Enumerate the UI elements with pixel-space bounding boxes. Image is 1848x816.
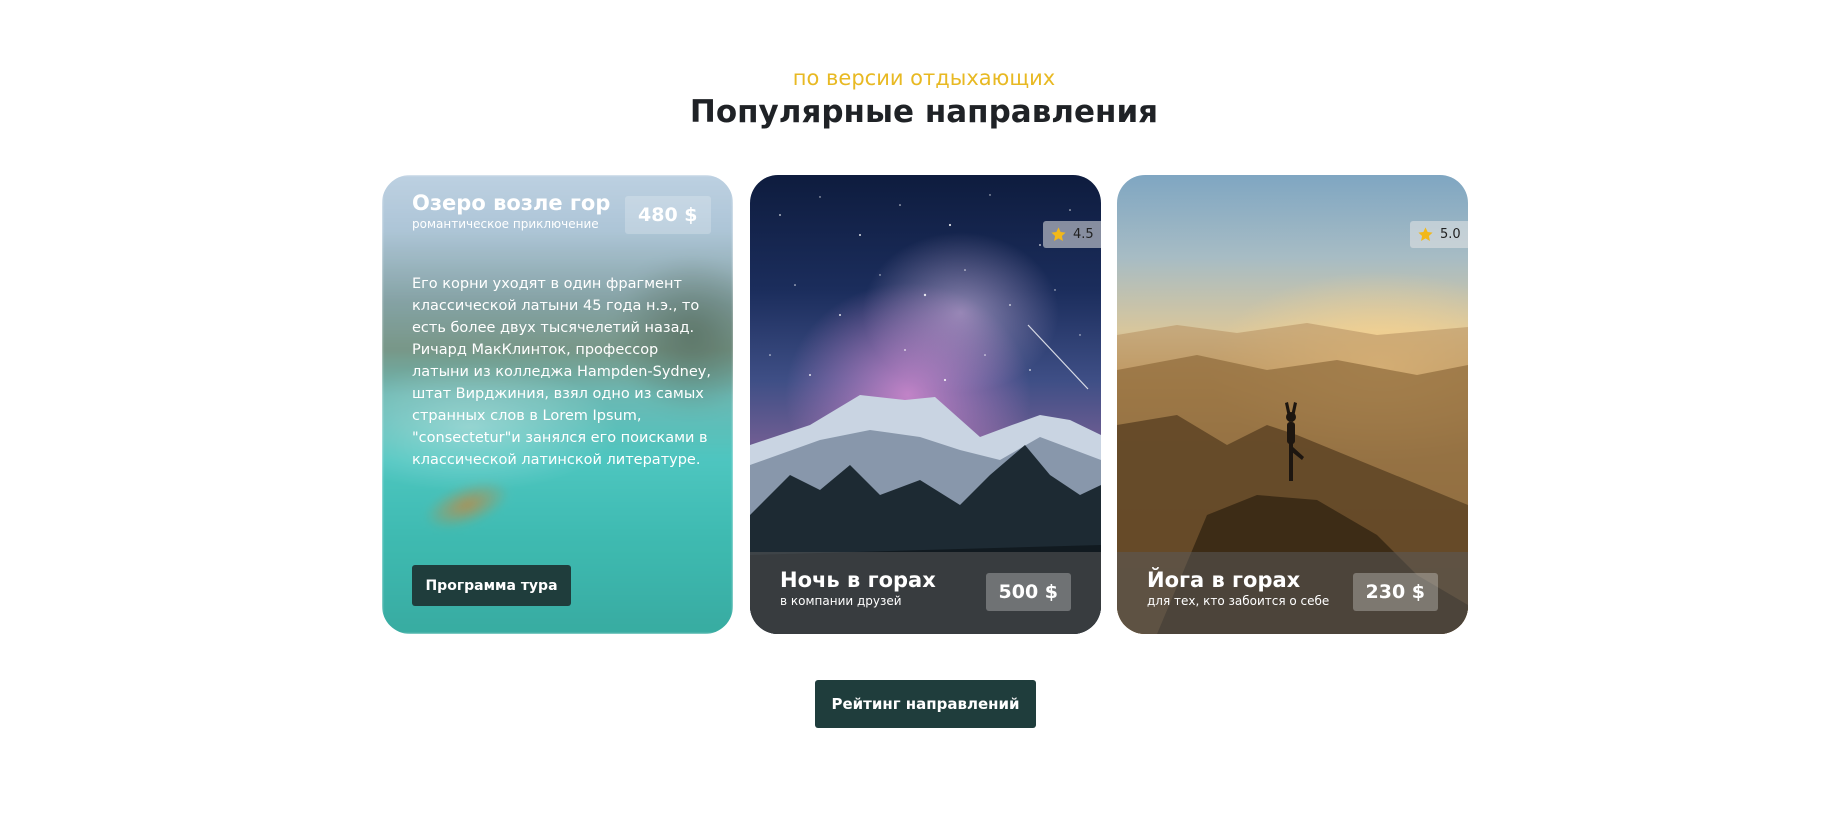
rating-value: 4.5 [1073,227,1094,242]
popular-destinations-section: по версии отдыхающих Популярные направле… [0,0,1848,816]
price-badge: 500 $ [985,573,1071,611]
destination-card-night[interactable]: 4.5 Ночь в горах в компании друзей 500 $ [750,175,1101,634]
destination-card-yoga[interactable]: 5.0 Йога в горах для тех, кто забоится о… [1117,175,1468,634]
card-info-bar: Йога в горах для тех, кто забоится о себ… [1117,552,1468,634]
rating-badge: 4.5 [1043,221,1101,248]
section-title: Популярные направления [689,94,1159,130]
rating-value: 5.0 [1440,227,1461,242]
star-icon [1051,227,1066,241]
destinations-rating-button[interactable]: Рейтинг направлений [815,680,1036,728]
tour-program-button[interactable]: Программа тура [412,565,571,606]
destination-card-lake[interactable]: Озеро возле гор романтическое приключени… [382,175,733,634]
rating-badge: 5.0 [1410,221,1468,248]
price-badge: 230 $ [1352,573,1438,611]
price-badge: 480 $ [625,196,711,234]
card-info-bar: Ночь в горах в компании друзей 500 $ [750,552,1101,634]
section-subtitle: по версии отдыхающих [792,66,1056,90]
destination-cards: Озеро возле гор романтическое приключени… [382,175,1468,634]
star-icon [1418,227,1433,241]
card-description: Его корни уходят в один фрагмент классич… [412,276,711,468]
